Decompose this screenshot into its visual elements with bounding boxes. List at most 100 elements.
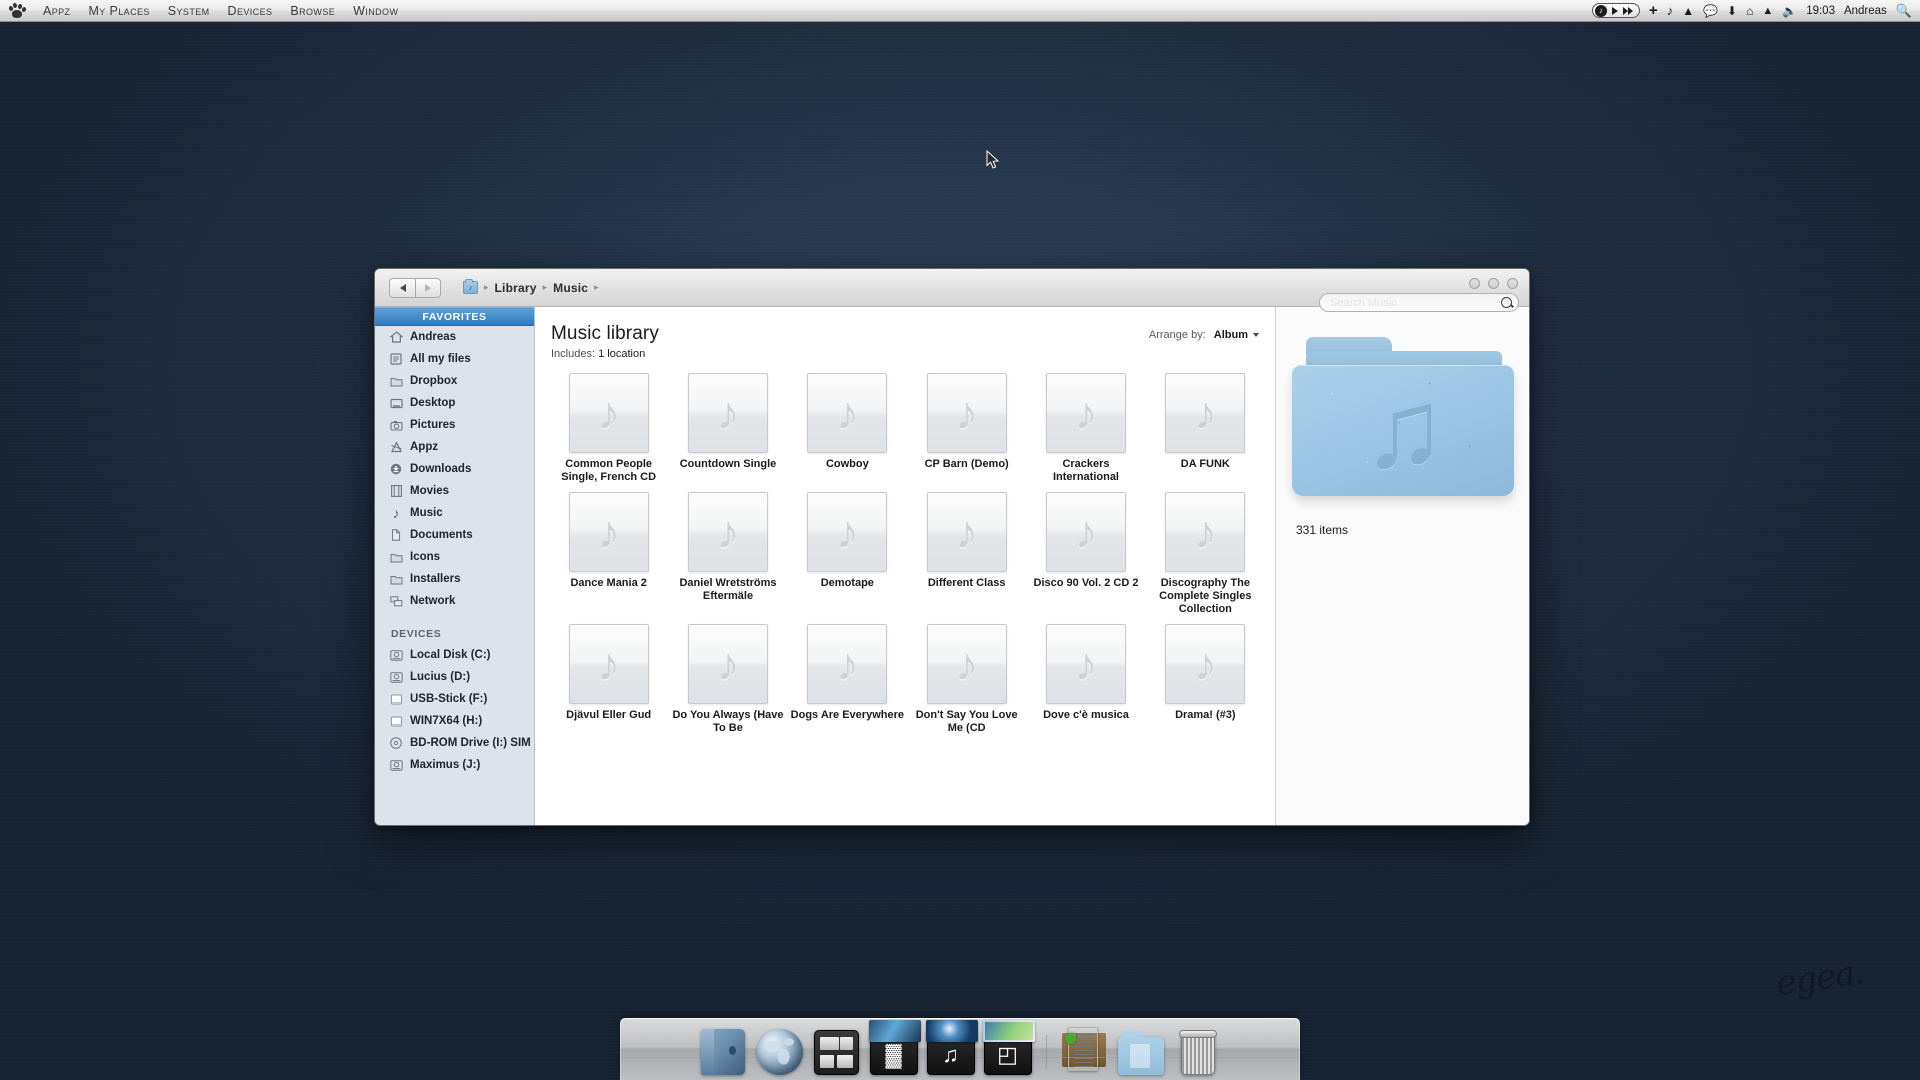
dock-item-movies-stack[interactable]: ▓ (867, 1020, 921, 1075)
dock: ▓ ♫ ◰ (620, 1018, 1300, 1080)
dock-item-music-stack[interactable]: ♫ (924, 1020, 978, 1075)
file-grid-item[interactable]: ♪ Dance Mania 2 (549, 492, 668, 616)
file-grid-item[interactable]: ♪ Drama! (#3) (1146, 624, 1265, 735)
file-grid-item[interactable]: ♪ Demotape (788, 492, 907, 616)
sidebar-item-maximus-j[interactable]: Maximus (J:) (375, 754, 534, 776)
file-grid-item[interactable]: ♪ DA FUNK (1146, 373, 1265, 484)
fast-forward-icon[interactable] (1622, 6, 1633, 15)
download-icon[interactable]: ⬇ (1727, 4, 1737, 18)
music-album-icon: ♪ (926, 373, 1007, 453)
home-icon[interactable]: ⌂ (1746, 4, 1753, 18)
sidebar-item-installers[interactable]: Installers (375, 568, 534, 590)
menu-bar-username[interactable]: Andreas (1844, 5, 1887, 17)
folder-icon (1117, 1031, 1164, 1075)
menu-item-window[interactable]: Window (344, 0, 407, 21)
music-note-glyph: ♪ (716, 387, 740, 439)
sidebar-item-dropbox[interactable]: Dropbox (375, 370, 534, 392)
sidebar-item-all-my-files[interactable]: All my files (375, 348, 534, 370)
magnifier-icon[interactable] (1501, 297, 1512, 308)
file-grid-item[interactable]: ♪ Disco 90 Vol. 2 CD 2 (1026, 492, 1145, 616)
file-grid-item[interactable]: ♪ Dogs Are Everywhere (788, 624, 907, 735)
music-album-icon: ♪ (807, 624, 888, 704)
file-grid-item[interactable]: ♪ Discography The Complete Singles Collec… (1146, 492, 1265, 616)
music-folder-icon[interactable]: ♪ (463, 279, 478, 294)
dock-item-trash[interactable] (1171, 1021, 1225, 1075)
sidebar-item-pictures[interactable]: Pictures (375, 414, 534, 436)
file-grid-item[interactable]: ♪ Daniel Wretströms Eftermäle (668, 492, 787, 616)
file-grid-item[interactable]: ♪ Common People Single, French CD (549, 373, 668, 484)
menu-item-appz[interactable]: Appz (34, 0, 79, 21)
arrange-by-control[interactable]: Arrange by: Album (1149, 329, 1259, 341)
sidebar-item-local-disk-c[interactable]: Local Disk (C:) (375, 644, 534, 666)
folder-icon (389, 551, 403, 564)
sidebar-item-andreas[interactable]: Andreas (375, 326, 534, 348)
close-button[interactable] (1507, 278, 1518, 289)
menu-item-browse[interactable]: Browse (281, 0, 344, 21)
file-grid-item[interactable]: ♪ Countdown Single (668, 373, 787, 484)
sidebar-item-icons[interactable]: Icons (375, 546, 534, 568)
dock-item-documents-stack[interactable] (1057, 1021, 1111, 1075)
sidebar-item-win7x64-h[interactable]: WIN7X64 (H:) (375, 710, 534, 732)
dock-item-finder[interactable] (696, 1021, 750, 1075)
sidebar-item-label: USB-Stick (F:) (410, 693, 488, 705)
dock-item-photos-stack[interactable]: ◰ (981, 1020, 1035, 1075)
file-grid-item[interactable]: ♪ Dove c'è musica (1026, 624, 1145, 735)
sidebar-item-lucius-d[interactable]: Lucius (D:) (375, 666, 534, 688)
breadcrumb-item-library[interactable]: Library (495, 281, 537, 295)
volume-icon[interactable]: 🔈 (1782, 4, 1797, 18)
documents-stack-icon (1061, 1025, 1106, 1075)
file-grid-item[interactable]: ♪ Cowboy (788, 373, 907, 484)
sidebar-item-appz[interactable]: Appz (375, 436, 534, 458)
arrange-by-value[interactable]: Album (1214, 329, 1259, 341)
mouse-cursor (986, 150, 1000, 169)
trash-icon (1178, 1027, 1218, 1075)
file-grid-item[interactable]: ♪ Djävul Eller Gud (549, 624, 668, 735)
sidebar-item-bd-rom-drive-i[interactable]: BD-ROM Drive (I:) SIM (375, 732, 534, 754)
chat-bubble-icon[interactable]: 💬 (1703, 4, 1718, 18)
file-grid-item-label: Discography The Complete Singles Collect… (1159, 577, 1252, 615)
music-note-icon[interactable]: ♪ (1667, 3, 1674, 18)
file-grid-item[interactable]: ♪ Crackers International (1026, 373, 1145, 484)
library-includes: Includes: 1 location (551, 348, 1255, 360)
file-grid-item[interactable]: ♪ Different Class (907, 492, 1026, 616)
music-note-badge-icon: ♪ (1594, 4, 1607, 17)
forward-button[interactable] (415, 277, 441, 298)
menu-bar-left: Appz My Places System Devices Browse Win… (0, 0, 407, 21)
search-box[interactable] (1319, 293, 1519, 312)
sidebar-item-network[interactable]: Network (375, 590, 534, 612)
hard-drive-icon (389, 649, 403, 662)
dock-item-browser[interactable] (753, 1021, 807, 1075)
mini-player-widget[interactable]: ♪ (1591, 3, 1640, 18)
play-icon[interactable] (1611, 6, 1618, 15)
plus-icon[interactable]: + (1649, 2, 1658, 19)
maximize-button[interactable] (1488, 278, 1499, 289)
dock-item-system-preferences[interactable] (810, 1021, 864, 1075)
window-titlebar[interactable]: ♪ ▸ Library ▸ Music ▸ (375, 269, 1529, 312)
paw-logo-icon[interactable] (0, 3, 34, 18)
search-input[interactable] (1330, 296, 1501, 309)
minimize-button[interactable] (1469, 278, 1480, 289)
eject-icon[interactable]: ▲ (1762, 5, 1773, 17)
caret-up-icon[interactable]: ▲ (1682, 4, 1694, 18)
breadcrumb-item-music[interactable]: Music (553, 281, 588, 295)
dock-item-downloads-folder[interactable] (1114, 1021, 1168, 1075)
file-grid-item[interactable]: ♪ CP Barn (Demo) (907, 373, 1026, 484)
spotlight-search-icon[interactable]: 🔍 (1896, 3, 1912, 19)
file-grid-item[interactable]: ♪ Don't Say You Love Me (CD (907, 624, 1026, 735)
menu-bar-clock[interactable]: 19:03 (1806, 5, 1835, 17)
file-grid-item[interactable]: ♪ Do You Always (Have To Be (668, 624, 787, 735)
applications-icon (389, 441, 403, 454)
menu-item-my-places[interactable]: My Places (79, 0, 158, 21)
music-note-glyph: ♪ (955, 387, 979, 439)
menu-item-system[interactable]: System (159, 0, 219, 21)
menu-item-devices[interactable]: Devices (219, 0, 282, 21)
file-grid-item-label: DA FUNK (1180, 458, 1230, 470)
sidebar-item-movies[interactable]: Movies (375, 480, 534, 502)
sidebar-item-downloads[interactable]: Downloads (375, 458, 534, 480)
sidebar-item-documents[interactable]: Documents (375, 524, 534, 546)
sidebar-item-usb-stick-f[interactable]: USB-Stick (F:) (375, 688, 534, 710)
sidebar-item-desktop[interactable]: Desktop (375, 392, 534, 414)
download-circle-icon (389, 463, 403, 476)
sidebar-item-music[interactable]: ♪ Music (375, 502, 534, 524)
back-button[interactable] (389, 277, 415, 298)
